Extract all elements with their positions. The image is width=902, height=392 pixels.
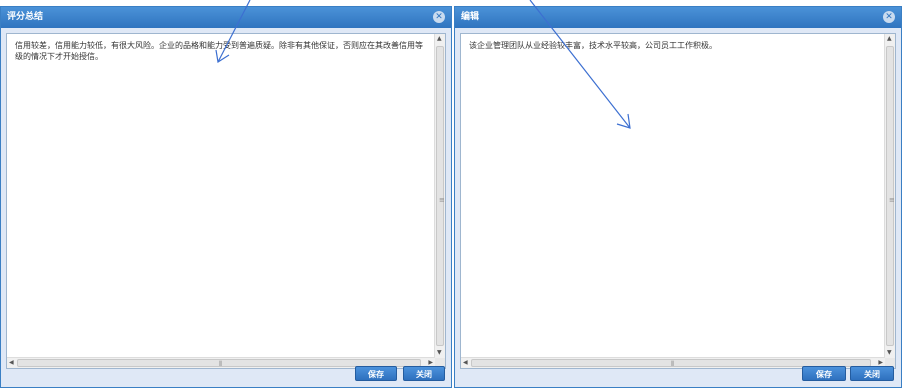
dialog-titlebar: 评分总结 ✕ bbox=[1, 7, 451, 28]
summary-textarea[interactable]: 信用较差，信用能力较低，有很大风险。企业的品格和能力受到普遍质疑。除非有其他保证… bbox=[6, 33, 446, 369]
scroll-thumb[interactable]: ≡ bbox=[886, 46, 895, 346]
arrow-up-icon[interactable]: ▲ bbox=[887, 35, 892, 43]
dialog-titlebar: 编辑 ✕ bbox=[455, 7, 901, 28]
arrow-left-icon[interactable]: ◀ bbox=[463, 359, 468, 367]
vertical-scrollbar[interactable]: ▲ ≡ ▼ bbox=[884, 34, 895, 358]
arrow-down-icon[interactable]: ▼ bbox=[887, 349, 892, 357]
vertical-scrollbar[interactable]: ▲ ≡ ▼ bbox=[434, 34, 445, 358]
edit-text: 该企业管理团队从业经验较丰富，技术水平较高，公司员工工作积极。 bbox=[469, 41, 717, 50]
score-summary-dialog: 评分总结 ✕ 信用较差，信用能力较低，有很大风险。企业的品格和能力受到普遍质疑。… bbox=[0, 6, 452, 388]
arrow-left-icon[interactable]: ◀ bbox=[9, 359, 14, 367]
close-button[interactable]: 关闭 bbox=[403, 366, 445, 381]
close-icon[interactable]: ✕ bbox=[883, 11, 895, 23]
summary-text: 信用较差，信用能力较低，有很大风险。企业的品格和能力受到普遍质疑。除非有其他保证… bbox=[15, 41, 423, 61]
edit-textarea[interactable]: 该企业管理团队从业经验较丰富，技术水平较高，公司员工工作积极。 ▲ ≡ ▼ ◀ … bbox=[460, 33, 896, 369]
scroll-thumb[interactable]: ≡ bbox=[436, 46, 445, 346]
edit-dialog: 编辑 ✕ 该企业管理团队从业经验较丰富，技术水平较高，公司员工工作积极。 ▲ ≡… bbox=[454, 6, 902, 388]
close-button[interactable]: 关闭 bbox=[850, 366, 894, 381]
arrow-up-icon[interactable]: ▲ bbox=[437, 35, 442, 43]
dialog-title: 编辑 bbox=[461, 12, 480, 22]
save-button[interactable]: 保存 bbox=[355, 366, 397, 381]
save-button[interactable]: 保存 bbox=[802, 366, 846, 381]
close-icon[interactable]: ✕ bbox=[433, 11, 445, 23]
dialog-title: 评分总结 bbox=[7, 12, 44, 22]
arrow-down-icon[interactable]: ▼ bbox=[437, 349, 442, 357]
